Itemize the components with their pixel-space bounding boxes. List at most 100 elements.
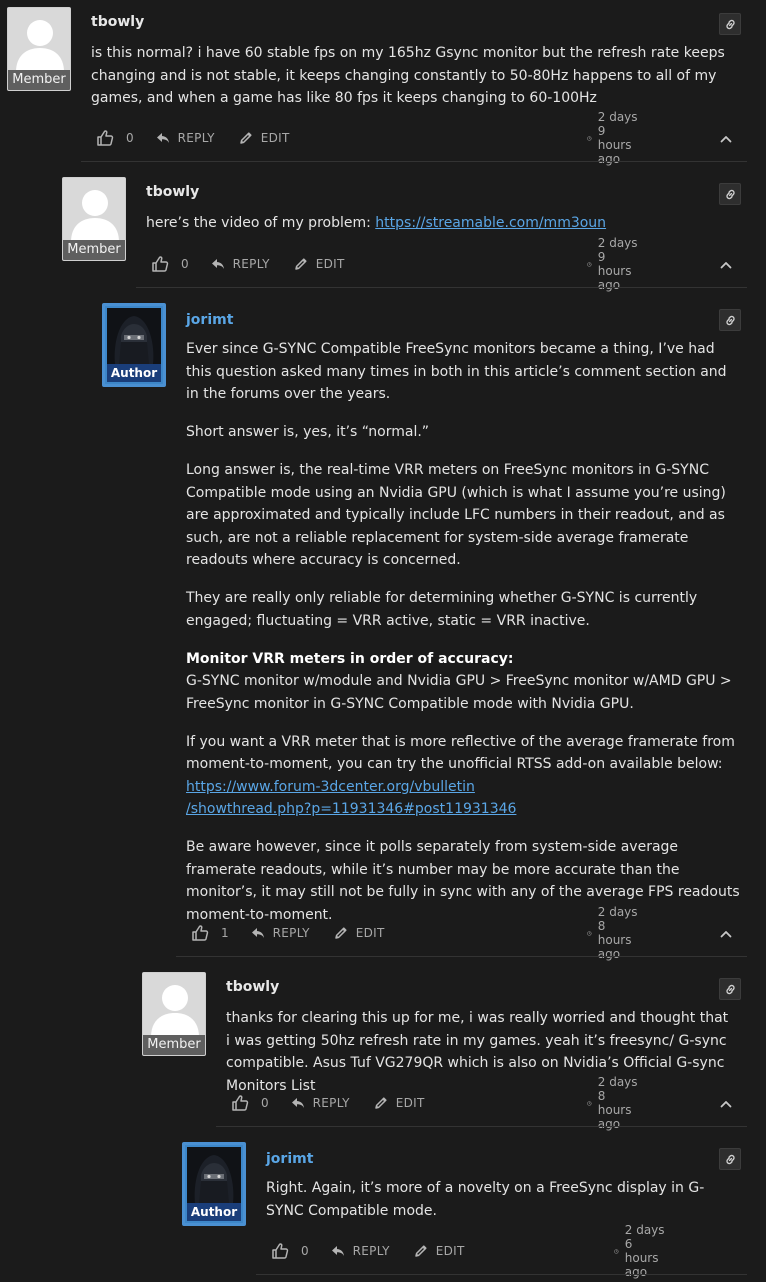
comment-author[interactable]: jorimt <box>186 312 233 328</box>
collapse-button[interactable] <box>719 1093 733 1115</box>
default-avatar-icon <box>8 8 71 72</box>
paragraph: Monitor VRR meters in order of accuracy:… <box>186 648 741 716</box>
comment-timestamp[interactable]: 2 days 8 hours ago <box>587 1075 640 1131</box>
reply-label: REPLY <box>232 257 270 271</box>
member-badge: Member <box>8 70 70 90</box>
divider <box>256 1274 747 1275</box>
comment-timestamp[interactable]: 2 days 8 hours ago <box>587 905 640 961</box>
reply-button[interactable]: REPLY <box>331 1244 390 1258</box>
reply-button[interactable]: REPLY <box>291 1096 350 1110</box>
comment-body: here’s the video of my problem: https://… <box>146 212 736 250</box>
edit-label: EDIT <box>355 926 385 940</box>
comment-text: thanks for clearing this up for me, i wa… <box>226 1010 729 1094</box>
clock-icon <box>587 1097 592 1110</box>
edit-label: EDIT <box>260 131 290 145</box>
author-badge: Author <box>107 364 161 382</box>
comment-author[interactable]: tbowly <box>91 14 144 30</box>
like-count: 0 <box>261 1096 269 1110</box>
timestamp-text: 2 days 8 hours ago <box>597 1075 638 1131</box>
accuracy-text: G-SYNC monitor w/module and Nvidia GPU >… <box>186 673 732 712</box>
comment-author[interactable]: tbowly <box>226 979 279 995</box>
pencil-icon <box>239 131 253 145</box>
chevron-up-icon <box>720 930 732 938</box>
paragraph: Short answer is, yes, it’s “normal.” <box>186 424 430 440</box>
edit-button[interactable]: EDIT <box>239 131 290 145</box>
like-button[interactable] <box>271 1242 289 1260</box>
link-line: /showthread.php?p=11931346#post11931346 <box>186 801 517 817</box>
timestamp-text: 2 days 6 hours ago <box>624 1223 665 1279</box>
comment-timestamp[interactable]: 2 days 6 hours ago <box>614 1223 667 1279</box>
comment-text: is this normal? i have 60 stable fps on … <box>91 45 725 106</box>
link-icon <box>724 18 737 31</box>
like-count: 1 <box>221 926 229 940</box>
comment-timestamp[interactable]: 2 days 9 hours ago <box>587 236 640 292</box>
collapse-button[interactable] <box>719 923 733 945</box>
collapse-button[interactable] <box>719 254 733 276</box>
reply-arrow-icon <box>251 926 265 940</box>
edit-button[interactable]: EDIT <box>414 1244 465 1258</box>
collapse-button[interactable] <box>719 128 733 150</box>
accuracy-heading: Monitor VRR meters in order of accuracy: <box>186 650 514 667</box>
reply-label: REPLY <box>352 1244 390 1258</box>
comment-author[interactable]: jorimt <box>266 1151 313 1167</box>
thumbs-up-icon <box>151 255 169 273</box>
edit-button[interactable]: EDIT <box>374 1096 425 1110</box>
like-count: 0 <box>126 131 134 145</box>
permalink-button[interactable] <box>719 13 741 35</box>
ninja-avatar-icon <box>187 1147 241 1203</box>
permalink-button[interactable] <box>719 183 741 205</box>
comment-actions: 0 REPLY EDIT <box>96 127 314 149</box>
link-line: https://www.forum-3dcenter.org/vbulletin <box>186 778 475 795</box>
clock-icon <box>587 132 592 145</box>
link-icon <box>724 1153 737 1166</box>
reply-button[interactable]: REPLY <box>211 257 270 271</box>
chevron-up-icon <box>720 261 732 269</box>
timestamp-text: 2 days 9 hours ago <box>597 236 638 292</box>
comment-actions: 1 REPLY EDIT <box>191 922 409 944</box>
like-count: 0 <box>301 1244 309 1258</box>
edit-button[interactable]: EDIT <box>294 257 345 271</box>
like-button[interactable] <box>191 924 209 942</box>
comment-timestamp[interactable]: 2 days 9 hours ago <box>587 110 640 166</box>
permalink-button[interactable] <box>719 978 741 1000</box>
link-icon <box>724 188 737 201</box>
link-icon <box>724 983 737 996</box>
paragraph: If you want a VRR meter that is more ref… <box>186 731 741 821</box>
avatar[interactable]: Member <box>7 7 71 91</box>
reply-label: REPLY <box>177 131 215 145</box>
reply-arrow-icon <box>156 131 170 145</box>
thumbs-up-icon <box>271 1242 289 1260</box>
member-badge: Member <box>63 240 125 260</box>
reply-button[interactable]: REPLY <box>251 926 310 940</box>
paragraph: Long answer is, the real-time VRR meters… <box>186 462 726 568</box>
video-link[interactable]: https://streamable.com/mm3oun <box>375 215 606 231</box>
comment-text: here’s the video of my problem: <box>146 215 376 231</box>
comment-author[interactable]: tbowly <box>146 184 199 200</box>
avatar[interactable]: Member <box>62 177 126 261</box>
reply-label: REPLY <box>312 1096 350 1110</box>
like-count: 0 <box>181 257 189 271</box>
avatar[interactable]: Member <box>142 972 206 1056</box>
default-avatar-icon <box>143 973 206 1037</box>
reply-arrow-icon <box>331 1244 345 1258</box>
thumbs-up-icon <box>231 1094 249 1112</box>
edit-label: EDIT <box>315 257 345 271</box>
comment-actions: 0 REPLY EDIT <box>151 253 369 275</box>
reply-button[interactable]: REPLY <box>156 131 215 145</box>
pencil-icon <box>294 257 308 271</box>
permalink-button[interactable] <box>719 309 741 331</box>
permalink-button[interactable] <box>719 1148 741 1170</box>
like-button[interactable] <box>96 129 114 147</box>
comment-actions: 0 REPLY EDIT <box>231 1092 449 1114</box>
avatar[interactable]: Author <box>102 303 166 387</box>
like-button[interactable] <box>151 255 169 273</box>
rtss-link[interactable]: https://www.forum-3dcenter.org/vbulletin… <box>186 779 516 818</box>
timestamp-text: 2 days 9 hours ago <box>597 110 638 166</box>
comment-actions: 0 REPLY EDIT <box>271 1240 489 1262</box>
like-button[interactable] <box>231 1094 249 1112</box>
pencil-icon <box>334 926 348 940</box>
pencil-icon <box>414 1244 428 1258</box>
edit-button[interactable]: EDIT <box>334 926 385 940</box>
avatar[interactable]: Author <box>182 1142 246 1226</box>
author-badge: Author <box>187 1203 241 1221</box>
